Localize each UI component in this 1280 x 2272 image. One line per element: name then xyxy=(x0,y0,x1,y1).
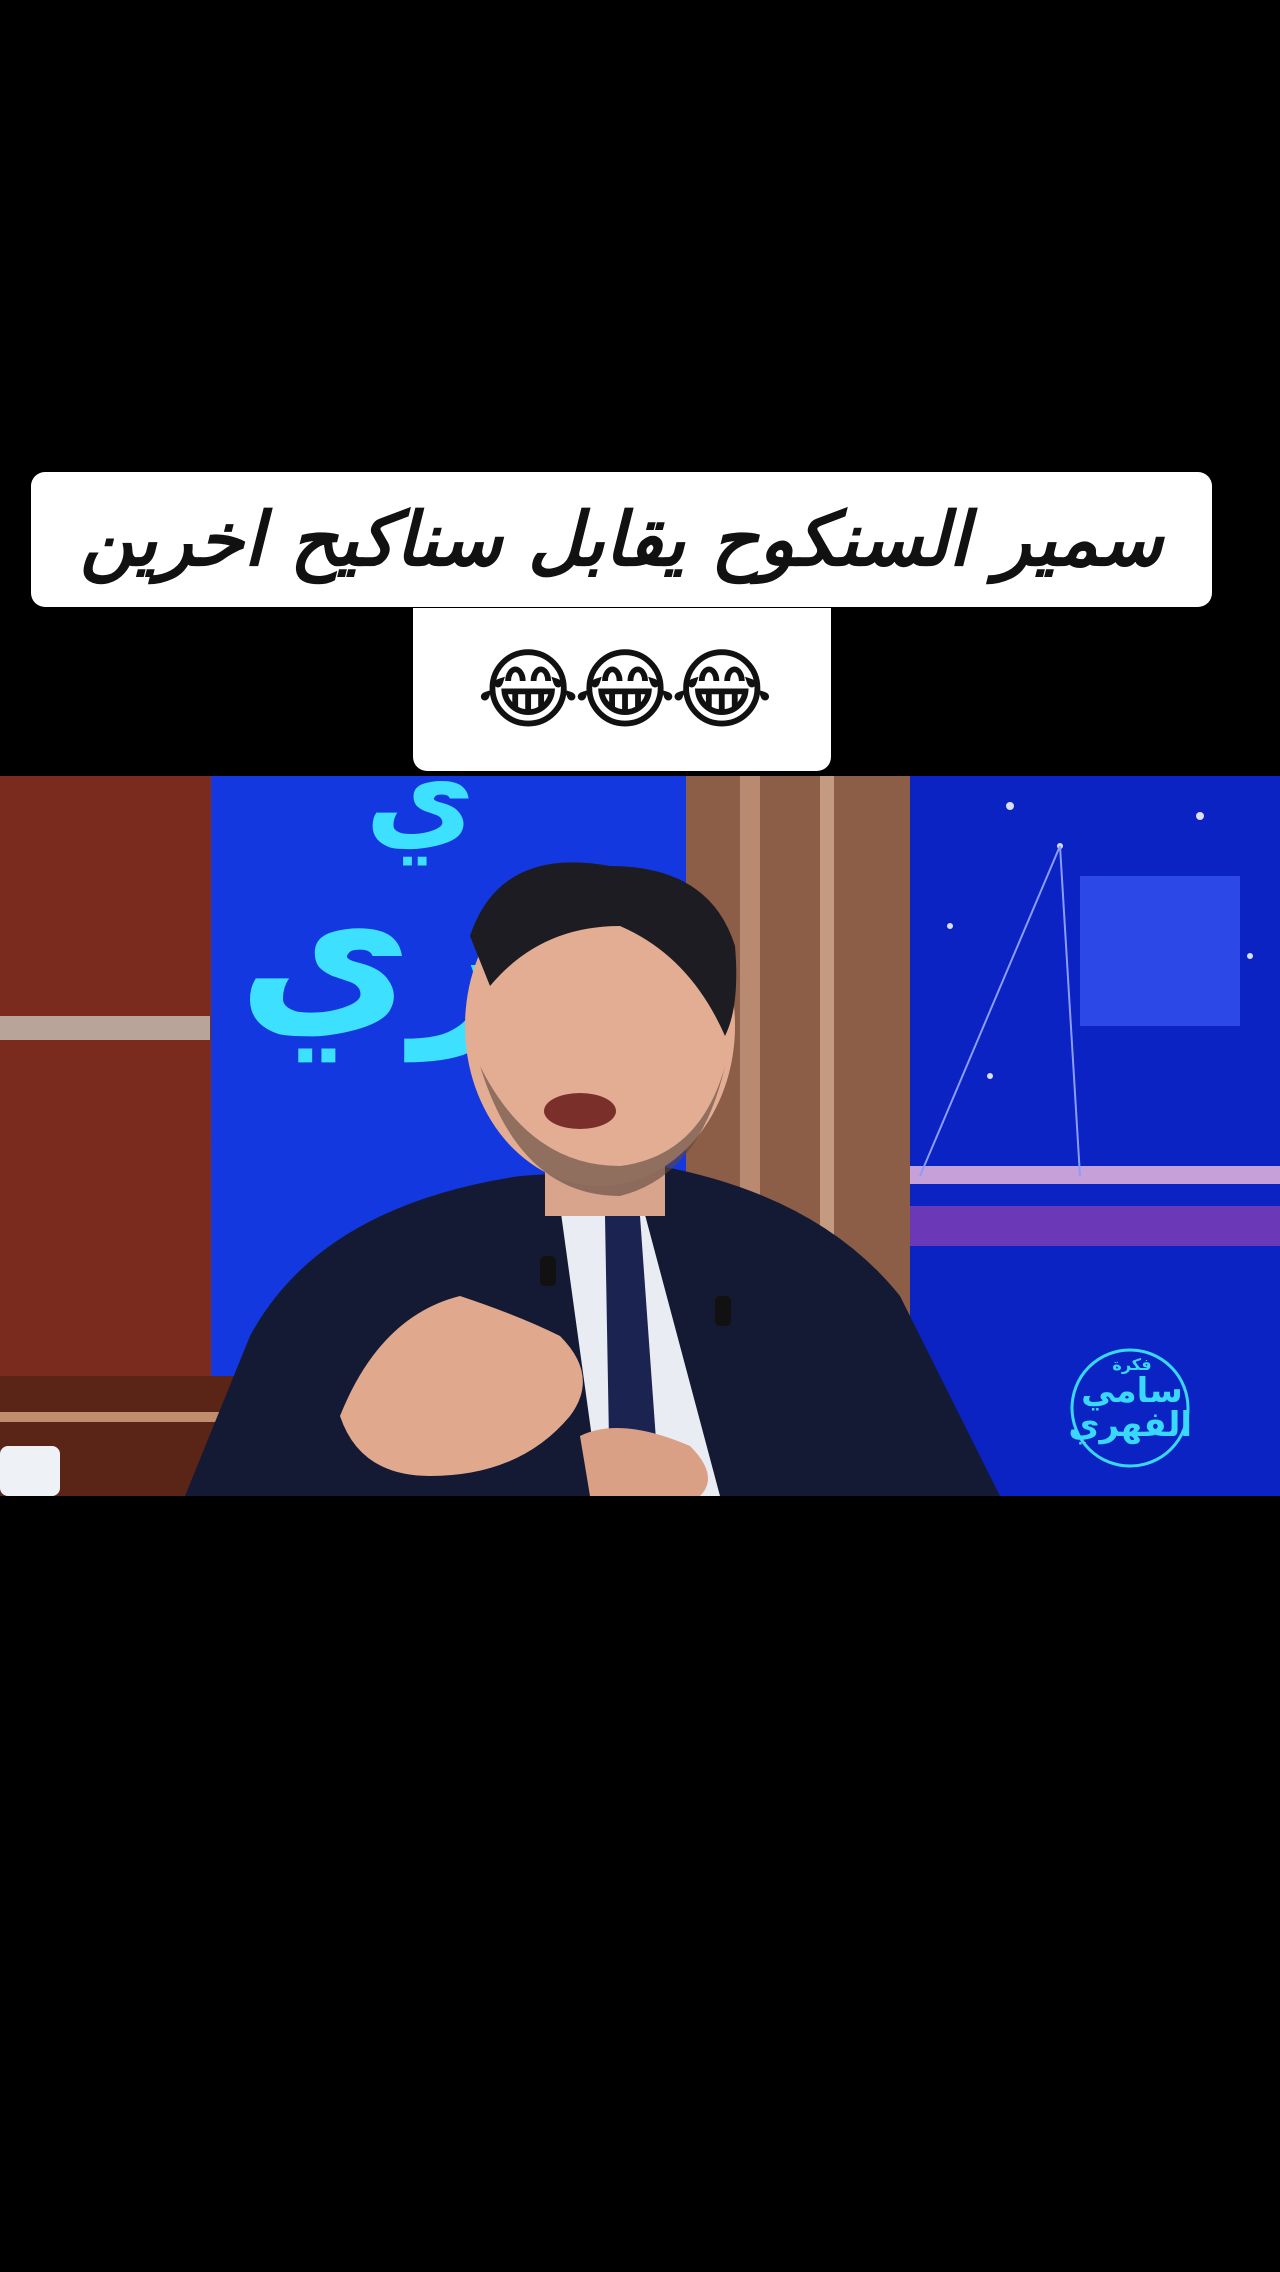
watermark-name-line2: الفهري xyxy=(1068,1405,1192,1445)
caption-title: سمير السنكوح يقابل سناكيح اخرين xyxy=(31,472,1212,607)
caption-emoji: 😂😂😂 xyxy=(413,608,831,771)
show-watermark: فكرة سامي الفهري xyxy=(1068,1356,1192,1466)
watermark-name-line1: سامي xyxy=(1081,1371,1183,1411)
svg-text:ي: ي xyxy=(365,776,475,865)
